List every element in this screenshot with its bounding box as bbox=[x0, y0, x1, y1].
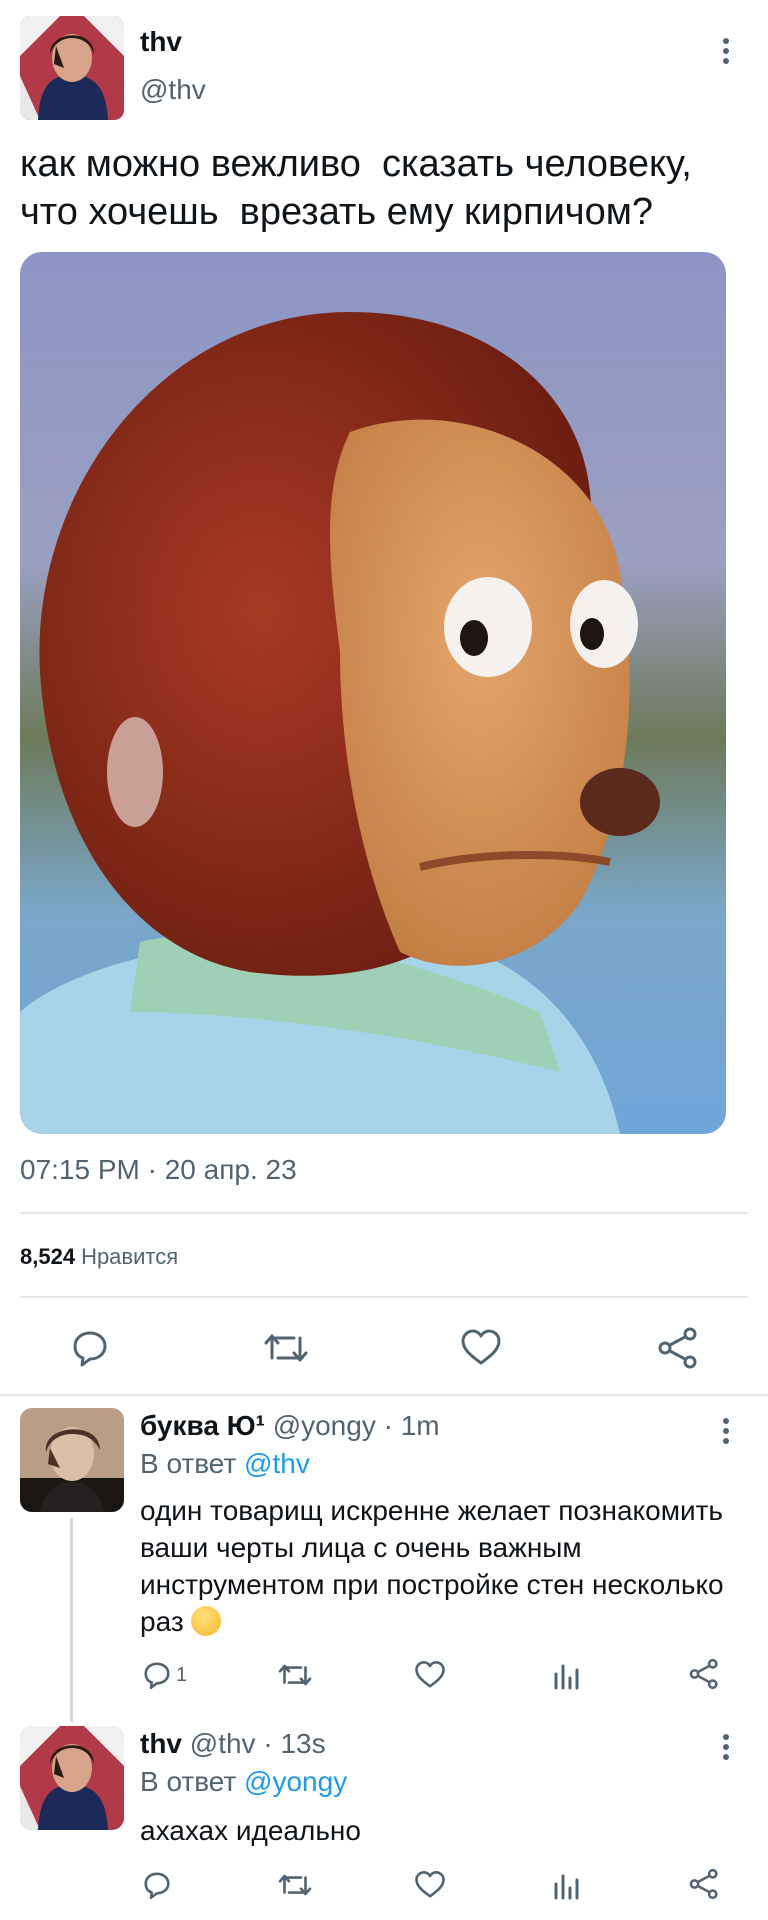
reply-text: ахахах идеально bbox=[140, 1815, 361, 1846]
reply-to-line: В ответ @thv bbox=[140, 1448, 310, 1480]
reply-to-prefix: В ответ bbox=[140, 1766, 237, 1797]
author-name[interactable]: thv bbox=[140, 26, 182, 58]
share-icon[interactable] bbox=[656, 1326, 700, 1370]
author-avatar[interactable] bbox=[20, 16, 124, 120]
reply-author[interactable]: буква Ю¹ @yongy · 1m bbox=[140, 1410, 440, 1442]
more-options-icon[interactable] bbox=[716, 1414, 736, 1454]
reply-handle-time: @yongy · 1m bbox=[272, 1410, 440, 1441]
divider bbox=[20, 1212, 748, 1214]
divider bbox=[20, 1296, 748, 1298]
reply-count: 1 bbox=[176, 1663, 188, 1686]
reply-avatar[interactable] bbox=[20, 1408, 124, 1512]
retweet-icon[interactable] bbox=[278, 1870, 312, 1900]
retweet-icon[interactable] bbox=[264, 1328, 308, 1368]
thread-line bbox=[70, 1518, 73, 1722]
analytics-icon[interactable] bbox=[552, 1870, 582, 1900]
likes-summary[interactable]: 8,524 Нравится bbox=[20, 1244, 178, 1270]
share-icon[interactable] bbox=[688, 1868, 720, 1900]
reply-icon[interactable] bbox=[70, 1328, 110, 1368]
reply-text: один товарищ искренне желает познакомить… bbox=[140, 1492, 740, 1640]
reply-author-name: буква Ю¹ bbox=[140, 1410, 265, 1441]
tweet-text: как можно вежливо сказать человеку, что … bbox=[20, 143, 692, 233]
like-icon[interactable] bbox=[414, 1660, 446, 1690]
like-icon[interactable] bbox=[460, 1328, 502, 1368]
section-divider bbox=[0, 1394, 768, 1396]
likes-label: Нравится bbox=[81, 1244, 179, 1269]
reply-author-name: thv bbox=[140, 1728, 182, 1759]
like-icon[interactable] bbox=[414, 1870, 446, 1900]
tweet-image[interactable] bbox=[20, 252, 726, 1134]
analytics-icon[interactable] bbox=[552, 1660, 582, 1690]
tweet-timestamp[interactable]: 07:15 PM · 20 апр. 23 bbox=[20, 1154, 297, 1186]
reply-to-prefix: В ответ bbox=[140, 1448, 237, 1479]
reply-icon[interactable]: 1 bbox=[142, 1660, 187, 1690]
reply-to-line: В ответ @yongy bbox=[140, 1766, 347, 1798]
smirking-face-emoji-icon bbox=[191, 1606, 222, 1636]
reply-author[interactable]: thv @thv · 13s bbox=[140, 1728, 326, 1760]
reply-to-handle[interactable]: @yongy bbox=[244, 1766, 347, 1797]
more-options-icon[interactable] bbox=[716, 1730, 736, 1770]
reply-handle-time: @thv · 13s bbox=[189, 1728, 326, 1759]
reply-avatar[interactable] bbox=[20, 1726, 124, 1830]
share-icon[interactable] bbox=[688, 1658, 720, 1690]
author-handle[interactable]: @thv bbox=[140, 74, 206, 106]
likes-count: 8,524 bbox=[20, 1244, 76, 1269]
reply-to-handle[interactable]: @thv bbox=[244, 1448, 310, 1479]
more-options-icon[interactable] bbox=[716, 34, 736, 74]
retweet-icon[interactable] bbox=[278, 1660, 312, 1690]
reply-text-body: один товарищ искренне желает познакомить… bbox=[140, 1495, 724, 1637]
reply-icon[interactable] bbox=[142, 1870, 176, 1900]
